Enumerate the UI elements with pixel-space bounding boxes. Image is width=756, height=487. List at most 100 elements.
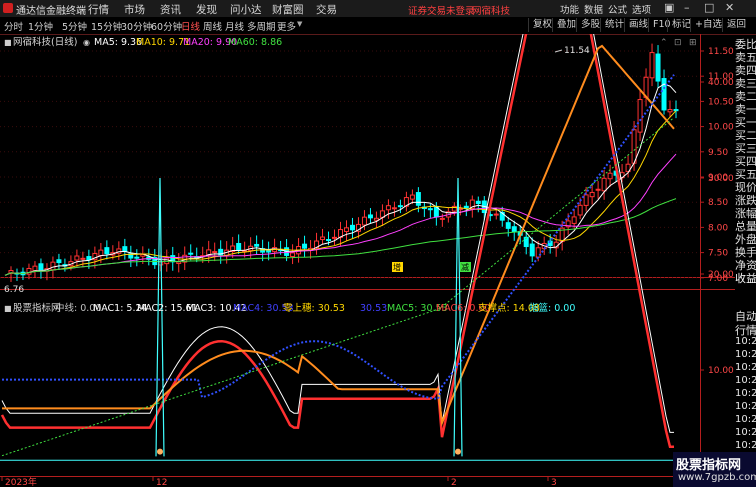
date-label: 3 xyxy=(551,478,557,487)
candle-body xyxy=(32,265,38,272)
kline-chart[interactable]: 11.5011.0010.5010.009.509.008.508.007.50… xyxy=(0,34,735,487)
tick-time: 10:27 xyxy=(735,401,756,412)
period-60min[interactable]: 60分钟 xyxy=(151,19,182,33)
tick-time: 10:27 xyxy=(735,388,756,399)
menu-wenxiaoda[interactable]: 问小达 xyxy=(230,2,262,17)
period-daily[interactable]: 日线 xyxy=(181,19,200,33)
price-tick-label: 7.50 xyxy=(708,249,728,259)
candle-body xyxy=(367,214,373,219)
minimize-icon[interactable]: – xyxy=(684,1,690,14)
period-5min[interactable]: 5分钟 xyxy=(62,19,87,33)
watermark-url: www.7gpzb.com xyxy=(678,472,756,483)
tick-time: 10:27 xyxy=(735,375,756,386)
more-chevron-icon[interactable]: ▼ xyxy=(297,20,302,28)
candle-body xyxy=(511,226,517,233)
chart-title-menu-icon[interactable]: ◉ xyxy=(83,38,90,47)
skin-icon[interactable]: ▣ xyxy=(664,1,674,14)
candle-body xyxy=(254,243,260,247)
draw-line-button[interactable]: 画线 xyxy=(624,18,648,32)
candle-body xyxy=(320,236,326,241)
candle-body xyxy=(134,256,140,259)
chart-expand-icon[interactable]: ⊞ xyxy=(689,38,697,48)
chart-settings-icon[interactable]: ⊡ xyxy=(674,38,682,48)
login-notice[interactable]: 证券交易未登录 xyxy=(408,3,475,17)
date-axis: 2023年 12 2 3 xyxy=(1,476,557,487)
indicator-tick-label: 10.00 xyxy=(708,366,734,376)
menu-wealth-circle[interactable]: 财富圈 xyxy=(272,2,304,17)
candle-body xyxy=(98,249,104,257)
menu-quotes[interactable]: 行情 xyxy=(88,2,109,17)
tick-time: 10:27 xyxy=(735,336,756,347)
chart-frame xyxy=(0,34,735,487)
candle-body xyxy=(326,239,332,242)
period-1min[interactable]: 1分钟 xyxy=(28,19,53,33)
maximize-icon[interactable]: □ xyxy=(704,1,714,14)
side-item[interactable]: 收益 xyxy=(735,270,756,286)
indicator-spike xyxy=(155,177,165,457)
candle-body xyxy=(415,192,421,206)
multi-stock-button[interactable]: 多股 xyxy=(576,18,600,32)
candle-body xyxy=(236,243,242,251)
back-button[interactable]: 返回 xyxy=(722,18,746,32)
menu-discover[interactable]: 发现 xyxy=(196,2,217,17)
candle-body xyxy=(409,194,415,200)
candle-body xyxy=(601,177,607,192)
candle-body xyxy=(673,109,679,112)
min-price-label: 6.76 xyxy=(4,285,24,295)
candle-body xyxy=(589,191,595,198)
candle-body xyxy=(56,259,62,264)
candle-body xyxy=(290,252,296,258)
indicator-tick-label: 20.00 xyxy=(708,270,734,280)
candle-body xyxy=(164,257,170,265)
menu-options[interactable]: 选项 xyxy=(632,2,651,16)
candle-body xyxy=(302,243,308,249)
sub-item-value: 30.53 xyxy=(360,303,387,314)
candle-body xyxy=(577,204,583,216)
menu-formula[interactable]: 公式 xyxy=(608,2,627,16)
adjust-button[interactable]: 复权 xyxy=(528,18,552,32)
period-monthly[interactable]: 月线 xyxy=(225,19,244,33)
period-multi[interactable]: 多周期 xyxy=(247,19,276,33)
chart-menu-icon[interactable]: ■ xyxy=(4,38,12,47)
ma20-line xyxy=(4,153,677,276)
candle-body xyxy=(595,188,601,191)
candle-body xyxy=(188,252,194,255)
indicator-spike xyxy=(453,177,463,457)
indicator-green-line xyxy=(1,117,675,457)
period-weekly[interactable]: 周线 xyxy=(203,19,222,33)
candle-body xyxy=(26,267,32,275)
period-timeshare[interactable]: 分时 xyxy=(4,19,23,33)
candle-body xyxy=(439,217,445,220)
candle-body xyxy=(80,257,86,260)
period-more[interactable]: 更多 xyxy=(277,19,296,33)
candle-body xyxy=(637,99,643,133)
mark-button[interactable]: 标记 xyxy=(667,18,691,32)
menu-news[interactable]: 资讯 xyxy=(160,2,181,17)
max-price-label: 11.54 xyxy=(564,46,590,56)
close-icon[interactable]: ✕ xyxy=(725,1,734,14)
site-watermark: 股票指标网 www.7gpzb.com xyxy=(673,452,756,487)
candle-body xyxy=(475,200,481,204)
buy-signal-label: 增 xyxy=(393,262,401,272)
stats-button[interactable]: 统计 xyxy=(600,18,624,32)
candle-body xyxy=(385,205,391,211)
sub-chart-name: 股票指标网 xyxy=(13,302,61,314)
candle-body xyxy=(661,78,667,111)
menu-data[interactable]: 数据 xyxy=(584,2,603,16)
menu-market[interactable]: 市场 xyxy=(124,2,145,17)
ma5-label: MA5: 9.36 xyxy=(94,37,142,48)
quote-side-panel: 委比 卖五 卖四 卖三 卖二 卖一 买一 买二 买三 买四 买五 现价 涨跌 涨… xyxy=(735,34,756,285)
menu-trade[interactable]: 交易 xyxy=(316,2,337,17)
period-15min[interactable]: 15分钟 xyxy=(91,19,122,33)
period-30min[interactable]: 30分钟 xyxy=(121,19,152,33)
chart-up-icon[interactable]: ⌃ xyxy=(660,38,668,48)
candle-body xyxy=(50,261,56,271)
overlay-button[interactable]: 叠加 xyxy=(552,18,576,32)
add-watchlist-button[interactable]: +自选 xyxy=(690,18,722,32)
sub-chart-menu-icon[interactable]: ■ xyxy=(4,304,12,313)
candle-body xyxy=(373,217,379,221)
menu-function[interactable]: 功能 xyxy=(560,2,579,16)
candle-body xyxy=(349,224,355,231)
candle-body xyxy=(529,243,535,257)
candle-body xyxy=(427,208,433,211)
